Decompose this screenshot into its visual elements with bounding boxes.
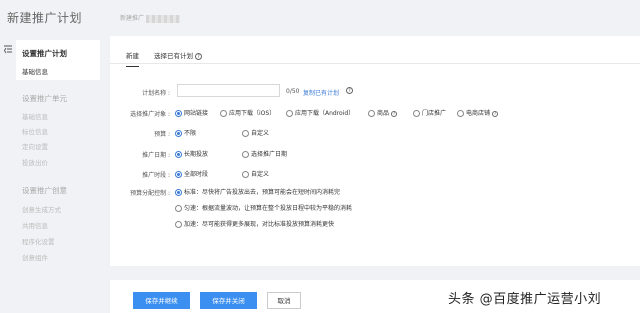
date-option-long-term[interactable]: 长期投放: [175, 149, 208, 158]
help-icon[interactable]: ?: [346, 87, 353, 94]
allocation-option-label: 匀速：根据流量波动，让预算在整个投放日程中较为平稳的消耗: [184, 205, 353, 212]
radio-icon: [242, 171, 249, 178]
sidebar: 设置推广计划 基础信息 设置推广单元 基础信息 标位信息 定向设置 投放出价 设…: [0, 36, 100, 313]
save-close-button[interactable]: 保存并关闭: [200, 292, 257, 309]
radio-icon: [175, 171, 182, 178]
tab-bar: 新建 选择已有计划?: [110, 36, 640, 67]
breadcrumb-blurred: [146, 14, 181, 23]
top-bar: 新建推广计划 新建推广: [0, 0, 640, 36]
time-label: 推广时段 :: [142, 172, 170, 179]
date-option-select[interactable]: 选择推广日期: [242, 149, 287, 158]
plan-name-input[interactable]: [177, 84, 280, 97]
target-option-label: 电商店铺: [466, 110, 491, 117]
page-title: 新建推广计划: [7, 11, 83, 25]
allocation-option-label: 加速：尽可能获得更多展现，对比标准投放预算消耗更快: [184, 221, 335, 228]
radio-icon: [286, 110, 293, 117]
date-label: 推广日期 :: [142, 152, 170, 159]
target-option-label: 应用下载（iOS）: [229, 110, 276, 117]
allocation-option-accelerated[interactable]: 加速：尽可能获得更多展现，对比标准投放预算消耗更快: [175, 219, 334, 228]
collapse-menu-icon[interactable]: [3, 44, 13, 56]
target-label: 选择推广对象 :: [130, 111, 170, 118]
tab-new[interactable]: 新建: [126, 50, 139, 67]
date-option-label: 选择推广日期: [251, 151, 288, 158]
sidebar-item-creative-method[interactable]: 创意生成方式: [22, 204, 61, 214]
time-option-all[interactable]: 全部时段: [175, 169, 208, 178]
budget-option-unlimited[interactable]: 不限: [175, 128, 196, 137]
budget-option-custom[interactable]: 自定义: [242, 128, 269, 137]
radio-icon: [175, 110, 182, 117]
sidebar-item-shared-info[interactable]: 共用信息: [22, 220, 48, 230]
time-option-custom[interactable]: 自定义: [242, 169, 269, 178]
radio-icon: [175, 205, 182, 212]
sidebar-item-components[interactable]: 创意组件: [22, 252, 48, 262]
copy-existing-plan-link[interactable]: 复制已有计划: [303, 88, 339, 97]
target-option-label: 应用下载（Android）: [295, 110, 355, 117]
tab-select-existing-label: 选择已有计划: [154, 52, 193, 60]
allocation-option-standard[interactable]: 标准：尽快将广告投放出去，预算可能会在短时间内消耗完: [175, 187, 340, 196]
radio-icon: [242, 151, 249, 158]
sidebar-item-unit-basic[interactable]: 基础信息: [22, 111, 48, 121]
allocation-option-even[interactable]: 匀速：根据流量波动，让预算在整个投放日程中较为平稳的消耗: [175, 203, 352, 212]
target-option-product[interactable]: 商品?: [368, 108, 398, 117]
radio-icon: [368, 110, 375, 117]
help-icon[interactable]: ?: [195, 52, 202, 60]
plan-name-label: 计划名称 :: [142, 90, 170, 97]
save-continue-button[interactable]: 保存并继续: [133, 292, 190, 309]
radio-icon: [413, 110, 420, 117]
sidebar-item-programmatic[interactable]: 程序化设置: [22, 236, 55, 246]
radio-icon: [242, 130, 249, 137]
sidebar-group-unit[interactable]: 设置推广单元: [22, 93, 67, 104]
cancel-button[interactable]: 取消: [267, 292, 301, 309]
radio-icon: [175, 221, 182, 228]
char-count: 0/50: [286, 88, 300, 95]
sidebar-item-placement[interactable]: 标位信息: [22, 126, 48, 136]
radio-icon: [175, 189, 182, 196]
budget-option-label: 自定义: [251, 130, 270, 137]
main-panel: 新建 选择已有计划? 计划名称 : 0/50 复制已有计划 ? 选择推广对象 :…: [110, 36, 640, 266]
target-option-label: 网站链接: [184, 110, 209, 117]
time-option-label: 自定义: [251, 171, 270, 178]
help-icon[interactable]: ?: [492, 110, 499, 117]
sidebar-item-campaign-basic[interactable]: 基础信息: [22, 66, 48, 76]
budget-option-label: 不限: [184, 130, 197, 137]
time-option-label: 全部时段: [184, 171, 209, 178]
date-option-label: 长期投放: [184, 151, 209, 158]
help-icon[interactable]: ?: [391, 110, 398, 117]
allocation-label: 预算分配控制 :: [130, 190, 170, 197]
sidebar-item-bidding[interactable]: 投放出价: [22, 157, 48, 167]
target-option-label: 门店推广: [422, 110, 447, 117]
allocation-option-label: 标准：尽快将广告投放出去，预算可能会在短时间内消耗完: [184, 189, 341, 196]
radio-icon: [457, 110, 464, 117]
target-option-label: 商品: [377, 110, 390, 117]
target-option-ios[interactable]: 应用下载（iOS）: [220, 108, 275, 117]
sidebar-group-creative[interactable]: 设置推广创意: [22, 185, 67, 196]
sidebar-group-campaign[interactable]: 设置推广计划: [22, 48, 67, 59]
breadcrumb-text[interactable]: 新建推广: [120, 15, 144, 22]
sidebar-item-targeting[interactable]: 定向设置: [22, 141, 48, 151]
target-option-android[interactable]: 应用下载（Android）: [286, 108, 354, 117]
target-option-store[interactable]: 门店推广: [413, 108, 446, 117]
tab-select-existing[interactable]: 选择已有计划?: [154, 50, 202, 60]
target-option-ecommerce[interactable]: 电商店铺?: [457, 108, 499, 117]
budget-label: 预算 :: [154, 131, 170, 138]
radio-icon: [220, 110, 227, 117]
radio-icon: [175, 130, 182, 137]
breadcrumb: 新建推广: [120, 13, 181, 23]
radio-icon: [175, 151, 182, 158]
target-option-website[interactable]: 网站链接: [175, 108, 208, 117]
watermark: 头条 @百度推广运营小刘: [448, 292, 602, 307]
